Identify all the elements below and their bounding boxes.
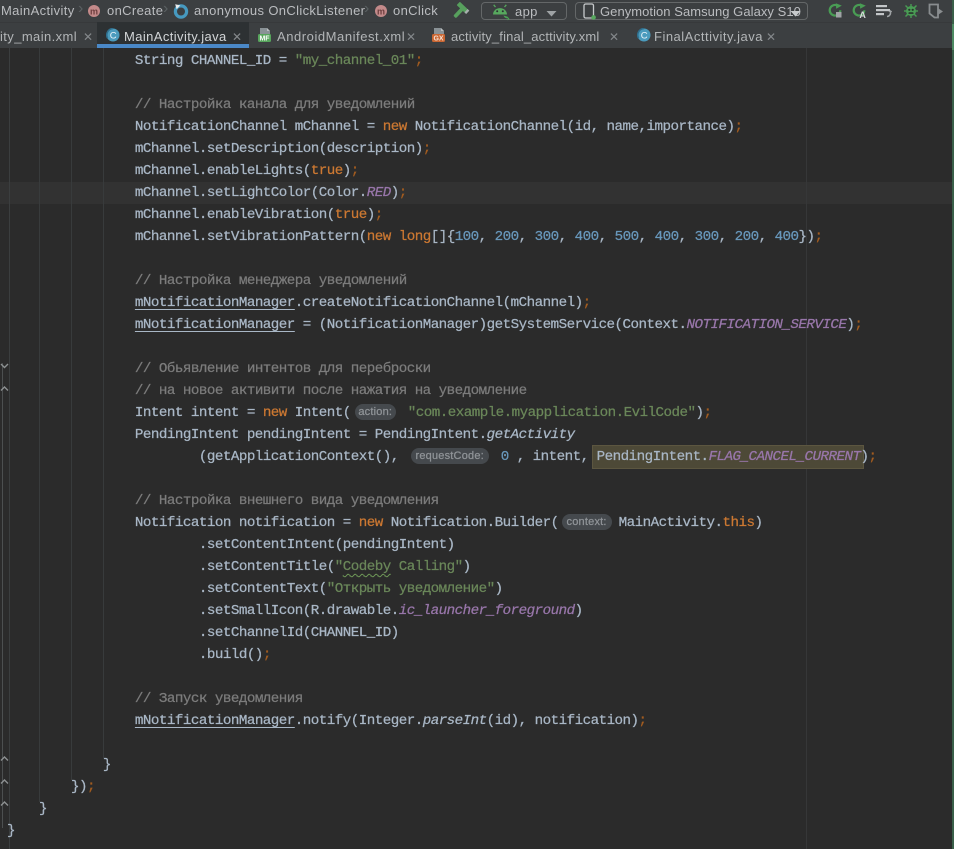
svg-text:m: m xyxy=(90,7,98,17)
svg-text:MF: MF xyxy=(259,36,270,43)
svg-text:m: m xyxy=(377,7,385,17)
svg-text:C: C xyxy=(110,31,117,42)
svg-text:A: A xyxy=(859,10,866,19)
svg-text:GX: GX xyxy=(433,36,443,43)
svg-text:C: C xyxy=(641,31,648,42)
